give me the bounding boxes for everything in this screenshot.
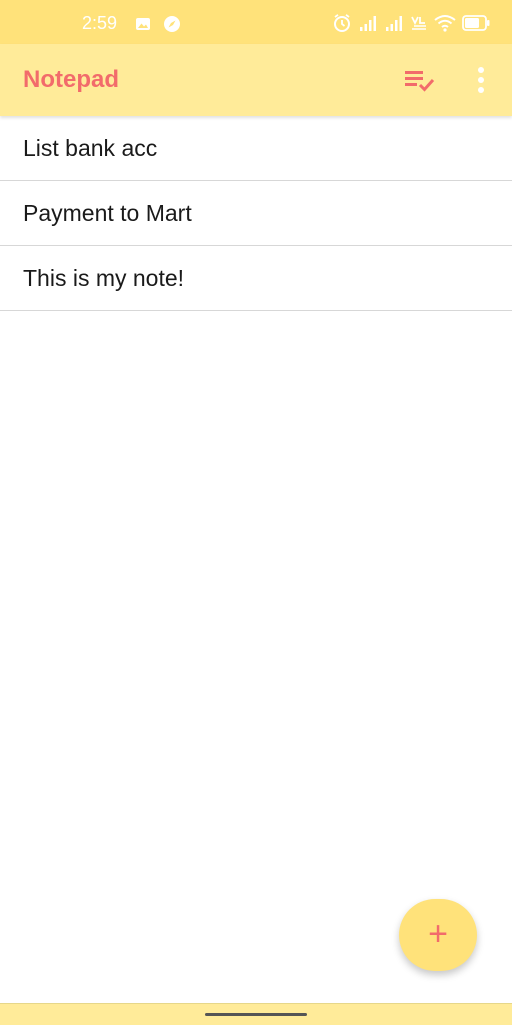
compass-icon	[164, 16, 180, 32]
navigation-bar	[0, 1003, 512, 1025]
status-left-icons	[135, 14, 181, 34]
image-icon	[136, 18, 150, 30]
status-time: 2:59	[82, 13, 118, 33]
list-item[interactable]: Payment to Mart	[0, 181, 512, 246]
note-title: This is my note!	[23, 264, 185, 291]
battery-icon	[462, 15, 490, 31]
note-title: List bank acc	[23, 134, 158, 161]
note-title: Payment to Mart	[23, 199, 192, 226]
volte-icon	[411, 16, 426, 30]
plus-icon: +	[428, 915, 448, 953]
signal-icon	[386, 16, 402, 31]
list-item[interactable]: This is my note!	[0, 246, 512, 311]
sort-check-icon[interactable]	[402, 66, 438, 94]
app-title: Notepad	[23, 66, 119, 93]
status-right-icons	[332, 12, 490, 34]
add-note-button[interactable]: +	[399, 899, 477, 971]
wifi-icon	[434, 15, 456, 32]
status-bar: 2:59	[0, 0, 512, 44]
home-handle[interactable]	[205, 1013, 307, 1016]
more-vert-icon[interactable]	[468, 64, 494, 96]
alarm-icon	[334, 14, 350, 32]
signal-icon	[360, 16, 376, 31]
list-item[interactable]: List bank acc	[0, 116, 512, 181]
notes-list: List bank acc Payment to Mart This is my…	[0, 116, 512, 311]
app-bar: Notepad	[0, 44, 512, 116]
